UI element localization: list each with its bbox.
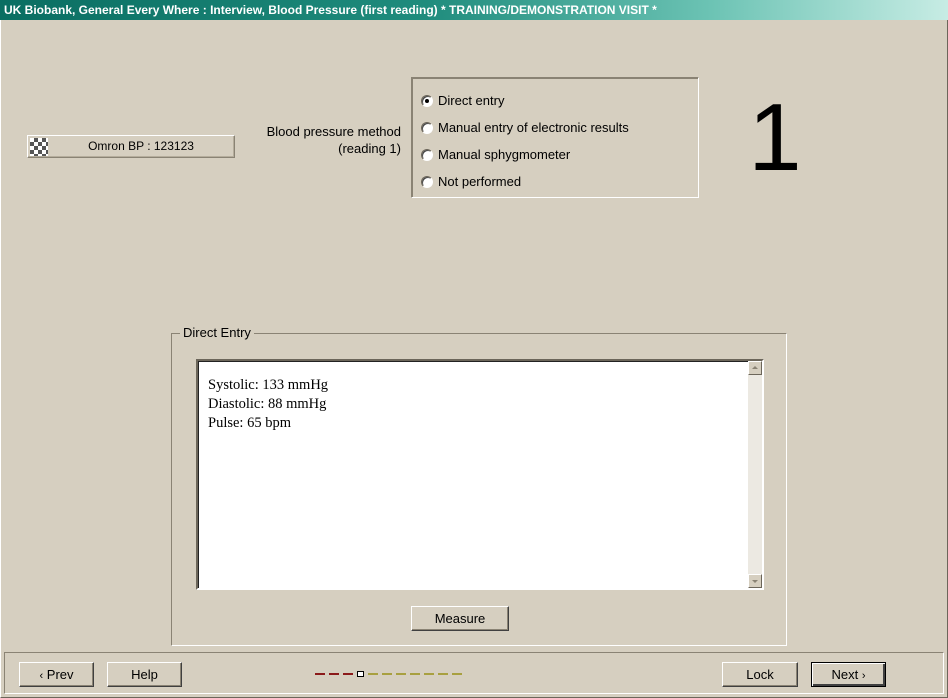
progress-step <box>438 673 448 675</box>
measure-button[interactable]: Measure <box>411 606 509 631</box>
diastolic-line: Diastolic: 88 mmHg <box>208 396 327 412</box>
pulse-line: Pulse: 65 bpm <box>208 415 291 431</box>
systolic-line: Systolic: 133 mmHg <box>208 377 329 393</box>
direct-entry-legend: Direct Entry <box>180 325 254 341</box>
prev-button[interactable]: ‹ Prev <box>19 662 94 687</box>
prev-label: Prev <box>46 667 74 682</box>
next-label: Next <box>831 667 859 682</box>
progress-step <box>368 673 378 675</box>
radio-button[interactable] <box>421 176 433 188</box>
progress-step <box>315 673 325 675</box>
progress-step <box>343 673 353 675</box>
progress-indicator <box>315 671 462 677</box>
progress-step <box>396 673 406 675</box>
radio-button[interactable] <box>421 149 433 161</box>
radio-button[interactable] <box>421 95 433 107</box>
radio-label: Manual sphygmometer <box>438 147 571 162</box>
progress-step <box>382 673 392 675</box>
window-title: UK Biobank, General Every Where : Interv… <box>0 0 948 20</box>
scroll-up-icon[interactable] <box>748 361 762 375</box>
progress-step <box>410 673 420 675</box>
vertical-scrollbar[interactable] <box>748 361 762 588</box>
scroll-down-icon[interactable] <box>748 574 762 588</box>
device-label: Omron BP : 123123 <box>88 139 194 153</box>
reading-number: 1 <box>748 84 802 191</box>
next-button[interactable]: Next › <box>811 662 886 687</box>
radio-label: Direct entry <box>438 93 505 108</box>
direct-entry-panel: Direct Entry Systolic: 133 mmHg Diastoli… <box>171 325 787 646</box>
chevron-left-icon: ‹ <box>39 670 44 682</box>
device-indicator: Omron BP : 123123 <box>27 135 235 158</box>
progress-step-current <box>357 671 364 677</box>
progress-step <box>452 673 462 675</box>
checker-icon <box>30 138 48 156</box>
direct-entry-textarea[interactable]: Systolic: 133 mmHg Diastolic: 88 mmHg Pu… <box>196 359 764 590</box>
progress-step <box>329 673 339 675</box>
radio-button[interactable] <box>421 122 433 134</box>
bp-method-label-line2: (reading 1) <box>338 141 401 156</box>
radio-label: Not performed <box>438 174 522 189</box>
chevron-right-icon: › <box>861 670 866 682</box>
radio-label: Manual entry of electronic results <box>438 120 629 135</box>
bp-method-radio-group: Direct entry Manual entry of electronic … <box>411 77 699 198</box>
bp-method-label: Blood pressure method (reading 1) <box>230 123 401 157</box>
lock-button[interactable]: Lock <box>722 662 798 687</box>
bp-method-label-line1: Blood pressure method <box>266 124 401 139</box>
direct-entry-text: Systolic: 133 mmHg Diastolic: 88 mmHg Pu… <box>208 376 328 433</box>
help-button[interactable]: Help <box>107 662 182 687</box>
progress-step <box>424 673 434 675</box>
